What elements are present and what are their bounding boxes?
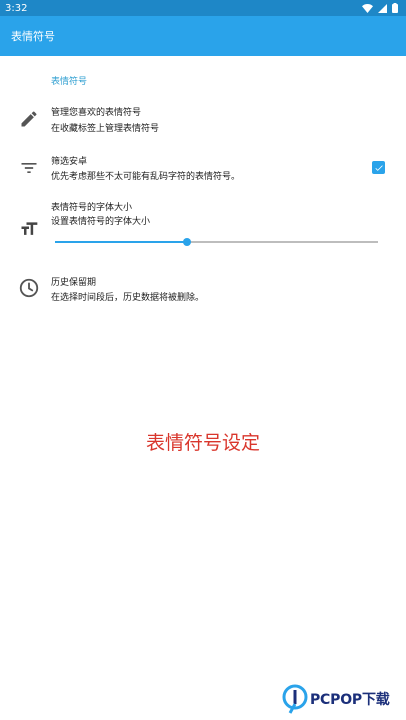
status-bar: 3:32: [0, 0, 406, 16]
pref-manage-favorites[interactable]: 管理您喜欢的表情符号 在收藏标签上管理表情符号: [0, 100, 406, 140]
pref-title: 表情符号的字体大小: [51, 203, 133, 213]
app-bar: 表情符号: [0, 16, 406, 56]
battery-icon: [392, 3, 398, 13]
pref-filter-android[interactable]: 筛选安卓 优先考虑那些不太可能有乱码字符的表情符号。: [0, 150, 406, 186]
section-header: 表情符号: [51, 77, 88, 87]
clock-icon: [17, 276, 41, 300]
caption-overlay: 表情符号设定: [145, 432, 260, 454]
pref-title: 管理您喜欢的表情符号: [51, 108, 142, 118]
pref-font-size[interactable]: 表情符号的字体大小 设置表情符号的字体大小: [0, 196, 406, 252]
checkmark-icon: [374, 164, 383, 171]
filter-android-checkbox[interactable]: [372, 161, 385, 174]
filter-icon: [17, 156, 41, 180]
signal-icon: [378, 3, 387, 13]
logo-mark-icon: [282, 684, 308, 714]
status-time: 3:32: [5, 2, 28, 14]
text-size-icon: [17, 217, 41, 241]
font-size-slider[interactable]: [55, 238, 378, 246]
pref-summary: 在选择时间段后，历史数据将被删除。: [51, 293, 205, 303]
pref-history-retention[interactable]: 历史保留期 在选择时间段后，历史数据将被删除。: [0, 270, 406, 308]
pref-summary: 在收藏标签上管理表情符号: [51, 124, 160, 134]
app-bar-title: 表情符号: [11, 30, 55, 43]
pref-title: 筛选安卓: [51, 157, 88, 167]
pref-summary: 设置表情符号的字体大小: [51, 217, 151, 227]
pref-title: 历史保留期: [51, 278, 97, 288]
wifi-icon: [362, 3, 373, 13]
slider-fill: [55, 241, 188, 243]
pencil-icon: [17, 107, 41, 131]
pcpop-logo: PCPOP下载: [282, 683, 390, 715]
status-icons: [362, 3, 398, 13]
logo-text: PCPOP下载: [310, 692, 390, 708]
pref-summary: 优先考虑那些不太可能有乱码字符的表情符号。: [51, 172, 241, 182]
